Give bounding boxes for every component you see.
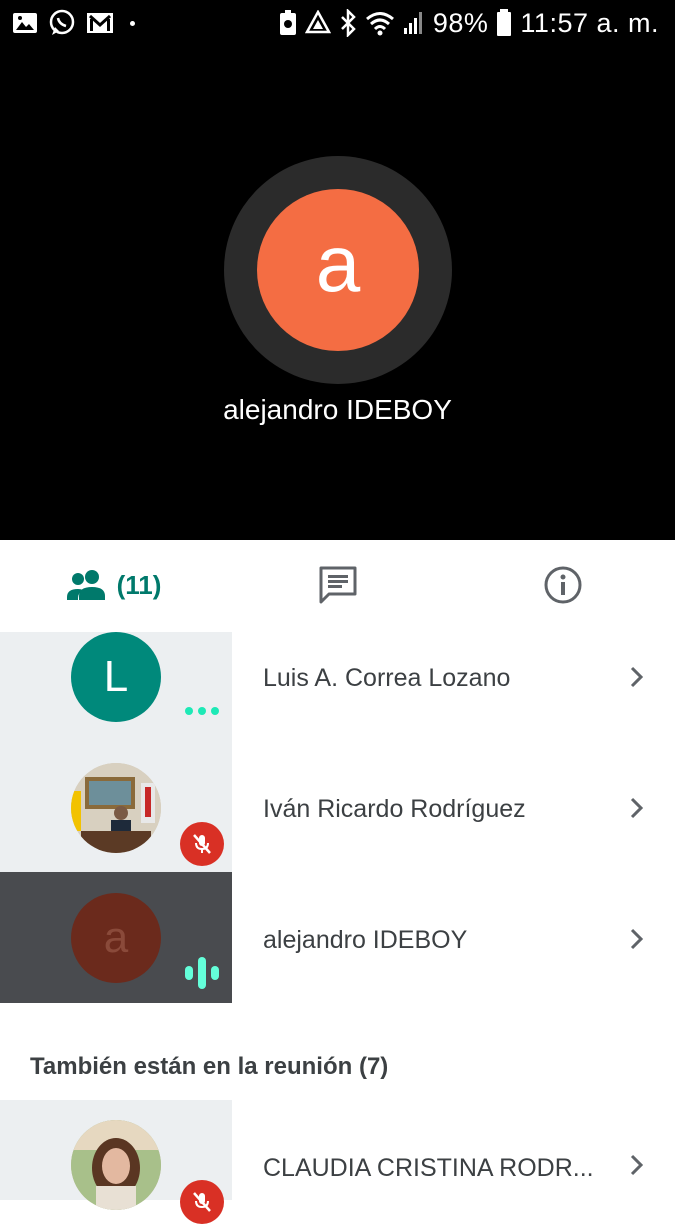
whatsapp-icon bbox=[49, 9, 75, 35]
chevron-right-icon[interactable] bbox=[626, 928, 648, 950]
profile-photo bbox=[71, 763, 161, 853]
gmail-icon bbox=[87, 13, 113, 33]
avatar: a bbox=[71, 893, 161, 983]
mic-off-icon bbox=[193, 834, 211, 854]
signal-icon bbox=[403, 12, 422, 34]
status-bar: 98% 11:57 a. m. bbox=[0, 0, 675, 46]
muted-badge bbox=[180, 822, 224, 866]
bluetooth-icon bbox=[340, 9, 356, 37]
participant-row[interactable]: a alejandro IDEBOY bbox=[0, 872, 675, 1003]
chevron-right-icon[interactable] bbox=[626, 797, 648, 819]
mic-off-icon bbox=[193, 1192, 211, 1212]
active-speaker-stage[interactable]: a alejandro IDEBOY bbox=[0, 46, 675, 540]
section-header: También están en la reunión (7) bbox=[30, 1053, 389, 1080]
chat-icon bbox=[319, 566, 357, 604]
participant-name: Luis A. Correa Lozano bbox=[263, 664, 511, 692]
avatar bbox=[71, 763, 161, 853]
people-icon bbox=[66, 570, 105, 600]
participant-row[interactable]: Iván Ricardo Rodríguez bbox=[0, 741, 675, 872]
audio-level-icon bbox=[185, 957, 219, 989]
wifi-icon bbox=[365, 12, 394, 36]
participant-name: alejandro IDEBOY bbox=[263, 926, 468, 954]
gallery-icon bbox=[13, 13, 37, 33]
people-count: (11) bbox=[116, 569, 162, 600]
chevron-right-icon[interactable] bbox=[626, 666, 648, 688]
speaker-name: alejandro IDEBOY bbox=[223, 394, 452, 425]
avatar bbox=[71, 1120, 161, 1210]
more-dots-icon[interactable] bbox=[184, 706, 220, 716]
clock: 11:57 a. m. bbox=[520, 7, 659, 38]
battery-saver-icon bbox=[279, 10, 296, 35]
speaker-avatar: a bbox=[257, 189, 419, 351]
profile-photo bbox=[71, 1120, 161, 1210]
muted-badge bbox=[180, 1180, 224, 1224]
info-icon bbox=[544, 566, 582, 604]
battery-icon bbox=[497, 9, 512, 36]
participant-name: Iván Ricardo Rodríguez bbox=[263, 795, 526, 823]
participant-name: CLAUDIA CRISTINA RODR... bbox=[263, 1154, 594, 1182]
recycle-icon bbox=[304, 10, 331, 34]
avatar: L bbox=[71, 632, 161, 722]
battery-percent: 98% bbox=[432, 7, 489, 38]
participant-row[interactable]: CLAUDIA CRISTINA RODR... bbox=[0, 1100, 675, 1224]
chevron-right-icon[interactable] bbox=[626, 1154, 648, 1176]
notification-dot bbox=[130, 20, 135, 26]
participant-row[interactable]: L Luis A. Correa Lozano bbox=[0, 610, 675, 741]
